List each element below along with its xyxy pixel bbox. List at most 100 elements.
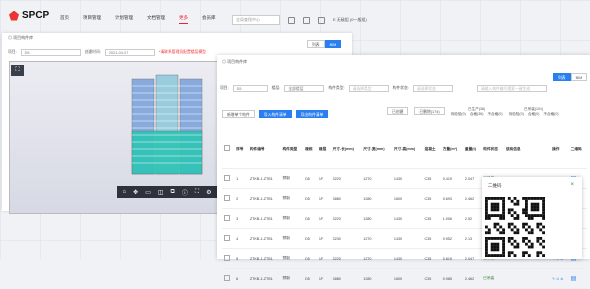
stat-hoisted-pending[interactable]: 待检验(0) xyxy=(509,112,524,117)
cell-hei: 1600 xyxy=(391,188,423,209)
nav-docs[interactable]: 文档管理 xyxy=(147,15,165,24)
ruler-icon[interactable]: ▭ xyxy=(145,189,151,196)
toggle-bim[interactable]: BIM xyxy=(570,73,588,81)
floor-select[interactable]: 全部楼层 xyxy=(284,85,325,92)
edit-icon[interactable]: ✎ xyxy=(552,277,555,281)
table-row[interactable]: 6 ZTKB-1-ZTB1 预制 D5 1F 3880 1280 1600 C35 0.985 2.… xyxy=(222,268,587,289)
row-qr[interactable]: ▤ xyxy=(568,268,587,289)
qr-icon[interactable]: ▤ xyxy=(571,276,577,282)
stat-produced-pending[interactable]: 待检验(0) xyxy=(451,112,466,117)
breadcrumb: ◎ 项目构件库 xyxy=(222,59,248,64)
config-link[interactable]: *请联系管理员配置楼层模型 xyxy=(159,50,206,55)
close-icon[interactable]: × xyxy=(570,182,574,188)
status-select[interactable]: 请选择状态 xyxy=(412,85,453,92)
cell-time xyxy=(503,268,551,289)
delete-icon[interactable]: ⊘ xyxy=(560,277,563,281)
home-icon[interactable]: ⌂ xyxy=(123,189,127,195)
cell-code: ZTKB-1-ZTB1 xyxy=(247,208,281,229)
stat-hoisted-fail[interactable]: 不合格(0) xyxy=(543,112,558,117)
row-checkbox[interactable] xyxy=(222,268,235,289)
cell-type: 预制 xyxy=(280,208,304,229)
cell-hei: 1600 xyxy=(391,268,423,289)
cell-len: 3880 xyxy=(330,268,362,289)
user-menu[interactable]: E 无敌组 (0一般组) xyxy=(333,17,367,23)
cell-wid: 1280 xyxy=(361,208,392,229)
cell-hei: 1430 xyxy=(391,228,423,249)
cell-code: ZTKB-1-ZTB1 xyxy=(247,228,281,249)
cell-vol: 0.952 xyxy=(440,228,463,249)
cell-grade: C35 xyxy=(422,168,441,189)
fullscreen-icon[interactable]: ⛶ xyxy=(195,189,199,196)
row-actions: ✎ ⊙ ⊘ xyxy=(550,268,569,289)
calendar-icon[interactable] xyxy=(303,16,310,24)
row-checkbox[interactable] xyxy=(222,188,235,209)
cell-wid: 1280 xyxy=(361,188,392,209)
cell-building: D5 xyxy=(303,228,317,249)
nav-plans[interactable]: 计划管理 xyxy=(115,15,133,24)
building-model xyxy=(131,74,203,175)
header-checkbox[interactable] xyxy=(222,130,235,169)
toggle-bim[interactable]: BIM xyxy=(324,40,342,48)
cell-type: 预制 xyxy=(280,188,304,209)
nav-members[interactable]: 会员库 xyxy=(202,15,216,24)
viewer-tool-icon[interactable]: ⛶ xyxy=(11,65,24,76)
cell-no: 2 xyxy=(234,188,248,209)
cell-no: 3 xyxy=(234,208,248,229)
col-weight: 重量(t) xyxy=(462,130,482,169)
cell-code: ZTKB-1-ZTB1 xyxy=(247,168,281,189)
stat-produced-fail[interactable]: 不合格(0) xyxy=(487,112,502,117)
move-icon[interactable]: ✥ xyxy=(133,189,138,196)
nav-more[interactable]: 更多 xyxy=(179,15,188,24)
stat-hoisted-pass[interactable]: 合格(0) xyxy=(528,112,540,117)
date-input[interactable]: 2021-04-27 xyxy=(104,49,155,56)
view-toggle: 列表 BIM xyxy=(307,40,342,48)
layers-icon[interactable]: ⧉ xyxy=(171,189,175,196)
qr-dialog-title: 二维码 xyxy=(488,183,502,188)
col-status: 构件状态 xyxy=(481,130,504,169)
stat-produced-pass[interactable]: 合格(36) xyxy=(470,112,484,117)
stat-deleted[interactable]: 已删除(174) xyxy=(414,107,445,115)
stat-created[interactable]: 已创建 xyxy=(387,107,409,115)
nav-projects[interactable]: 项目管理 xyxy=(83,15,101,24)
cell-wt: 2.462 xyxy=(462,188,482,209)
cell-wid: 1270 xyxy=(361,168,392,189)
row-checkbox[interactable] xyxy=(222,228,235,249)
export-button[interactable]: 导出构件清单 xyxy=(295,110,329,118)
gear-icon[interactable]: ⚙ xyxy=(206,189,211,196)
row-checkbox[interactable] xyxy=(222,168,235,189)
col-wid: 尺寸-宽(mm) xyxy=(361,130,392,169)
project-select[interactable]: D5 xyxy=(232,85,268,92)
view-icon[interactable]: ⊙ xyxy=(556,277,559,281)
cell-wt: 2.52 xyxy=(462,208,482,229)
global-search[interactable]: 全局查找中心 xyxy=(232,15,280,25)
toggle-list[interactable]: 列表 xyxy=(307,40,325,48)
import-button[interactable]: 导入构件清单 xyxy=(258,110,292,118)
table-header: 序号 构件编号 构件类型 楼栋 楼层 尺寸-长(mm) 尺寸-宽(mm) 尺寸-… xyxy=(222,130,587,169)
cell-grade: C35 xyxy=(422,188,441,209)
filter-row: 项目: D5 创建时间: 2021-04-27 *请联系管理员配置楼层模型 xyxy=(8,49,206,56)
cell-status: 已吊装 xyxy=(481,268,504,289)
cell-hei: 1430 xyxy=(391,208,423,229)
cell-no: 6 xyxy=(234,268,248,289)
col-floor: 楼层 xyxy=(316,130,331,169)
cell-floor: 1F xyxy=(316,188,331,209)
action-buttons: 新增单个构件 导入构件清单 导出构件清单 xyxy=(222,110,329,118)
project-select[interactable]: D5 xyxy=(20,49,81,56)
cell-building: D5 xyxy=(303,208,317,229)
nav-home[interactable]: 首页 xyxy=(60,15,69,24)
bell-icon[interactable] xyxy=(318,16,325,24)
cell-len: 3220 xyxy=(330,168,362,189)
message-icon[interactable] xyxy=(288,16,295,24)
col-hei: 尺寸-高(mm) xyxy=(391,130,423,169)
cell-vol: 0.693 xyxy=(440,188,463,209)
cell-len: 3220 xyxy=(330,208,362,229)
cell-wt: 2.047 xyxy=(462,168,482,189)
info-icon[interactable]: ⓘ xyxy=(182,188,188,197)
section-icon[interactable]: ◫ xyxy=(158,189,164,196)
toggle-list[interactable]: 列表 xyxy=(553,73,571,81)
type-select[interactable]: 请选择类型 xyxy=(348,85,389,92)
add-component-button[interactable]: 新增单个构件 xyxy=(222,110,255,118)
search-input[interactable]: 请输入构件编号搜索一键生成 xyxy=(476,85,547,92)
main-nav: 首页 项目管理 计划管理 文档管理 更多 会员库 xyxy=(60,15,216,24)
row-checkbox[interactable] xyxy=(222,208,235,229)
